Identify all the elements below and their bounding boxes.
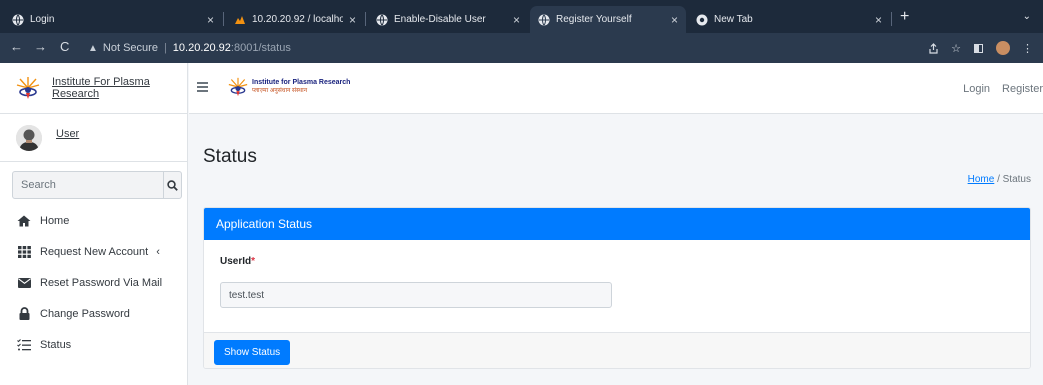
- tab-search-chevron-icon[interactable]: ⌄: [1023, 11, 1031, 22]
- card-footer: Show Status: [204, 332, 1030, 368]
- tab-separator: [365, 12, 366, 26]
- logo-text-english: Institute for Plasma Research: [252, 79, 351, 86]
- user-avatar: [16, 124, 42, 151]
- card-header: Application Status: [204, 208, 1030, 240]
- register-link[interactable]: Register: [1002, 83, 1043, 95]
- new-tab-button[interactable]: +: [900, 9, 909, 25]
- address-path: :8001/status: [230, 42, 291, 54]
- breadcrumb: Home / Status: [968, 174, 1031, 185]
- tab-separator: [891, 12, 892, 26]
- lock-icon: [17, 307, 31, 321]
- page-title: Status: [203, 146, 257, 167]
- tab-close-icon[interactable]: ×: [349, 13, 356, 27]
- navbar-logo-text: Institute for Plasma Research प्लाज़्मा …: [252, 79, 350, 95]
- phpmyadmin-icon: [235, 15, 245, 24]
- navbar-logo[interactable]: Institute for Plasma Research प्लाज़्मा …: [228, 77, 350, 97]
- browser-tab-login[interactable]: Login ×: [4, 6, 222, 33]
- sidebar-item-request-new-account[interactable]: Request New Account ‹: [0, 236, 188, 267]
- tab-label: 10.20.20.92 / localhost / larave: [252, 14, 343, 25]
- logo-text-hindi: प्लाज़्मा अनुसंधान संस्थान: [252, 88, 308, 94]
- sidebar-brand-text[interactable]: Institute For Plasma Research: [52, 76, 188, 100]
- breadcrumb-separator: /: [997, 174, 1000, 185]
- required-marker: *: [251, 256, 256, 267]
- sidebar-item-home[interactable]: Home: [0, 205, 188, 236]
- sidebar-item-status[interactable]: Status: [0, 329, 188, 360]
- search-button[interactable]: [163, 172, 181, 198]
- bookmark-star-icon[interactable]: ☆: [951, 42, 961, 55]
- browser-tab-register-yourself[interactable]: Register Yourself ×: [530, 6, 686, 33]
- address-separator: |: [163, 42, 167, 54]
- sidebar-item-label: Status: [40, 338, 72, 351]
- browser-menu-icon[interactable]: ⋮: [1022, 42, 1033, 55]
- forward-arrow-icon[interactable]: →: [34, 40, 47, 54]
- back-arrow-icon[interactable]: ←: [10, 40, 23, 54]
- tab-separator: [223, 12, 224, 26]
- sidebar-item-label: Change Password: [40, 307, 130, 320]
- sidebar-item-change-password[interactable]: Change Password: [0, 298, 188, 329]
- browser-tab-phpmyadmin[interactable]: 10.20.20.92 / localhost / larave ×: [226, 6, 364, 33]
- tab-label: Enable-Disable User: [394, 14, 486, 25]
- browser-tab-enable-disable-user[interactable]: Enable-Disable User ×: [368, 6, 528, 33]
- envelope-icon: [17, 276, 31, 290]
- breadcrumb-current: Status: [1002, 174, 1031, 185]
- browser-tab-new-tab[interactable]: New Tab ×: [688, 6, 890, 33]
- browser-address-row: ← → C ▲ Not Secure | 10.20.20.92 :8001/s…: [0, 33, 1043, 63]
- userid-label-text: UserId: [220, 256, 252, 267]
- login-link[interactable]: Login: [963, 83, 990, 95]
- reload-icon[interactable]: C: [60, 40, 69, 54]
- top-navbar: Institute for Plasma Research प्लाज़्मा …: [189, 63, 1043, 114]
- hamburger-menu-icon[interactable]: [197, 82, 208, 92]
- show-status-button[interactable]: Show Status: [214, 340, 291, 365]
- browser-toolbar-icons: ☆ ⋮: [928, 41, 1033, 55]
- sidebar-search-input[interactable]: [13, 172, 163, 198]
- application-status-card: Application Status UserId* Show Status: [203, 207, 1031, 369]
- address-bar[interactable]: ▲ Not Secure | 10.20.20.92 :8001/status: [88, 37, 948, 59]
- share-icon[interactable]: [928, 42, 939, 54]
- sidebar-item-reset-password[interactable]: Reset Password Via Mail: [0, 267, 188, 298]
- side-panel-icon[interactable]: [973, 43, 984, 54]
- sidebar-user-panel: User: [0, 114, 188, 162]
- sidebar-search: [12, 171, 182, 199]
- userid-label: UserId*: [220, 256, 255, 267]
- sidebar-item-label: Reset Password Via Mail: [40, 276, 163, 289]
- tab-label: Register Yourself: [556, 14, 632, 25]
- card-body: UserId*: [204, 240, 1030, 332]
- globe-icon: [538, 14, 550, 25]
- navbar-auth-links: Login Register: [963, 83, 1043, 95]
- tab-close-icon[interactable]: ×: [207, 13, 214, 27]
- sidebar: Institute For Plasma Research User Home …: [0, 63, 188, 385]
- sidebar-brand[interactable]: Institute For Plasma Research: [0, 63, 188, 114]
- sidebar-item-label: Request New Account: [40, 245, 149, 258]
- globe-icon: [376, 14, 388, 25]
- profile-avatar-icon[interactable]: [996, 41, 1010, 55]
- tab-close-icon[interactable]: ×: [513, 13, 520, 27]
- warning-triangle-icon[interactable]: ▲: [88, 43, 98, 54]
- browser-tab-strip: Login × 10.20.20.92 / localhost / larave…: [0, 0, 1043, 33]
- search-icon: [167, 179, 178, 191]
- globe-icon: [12, 14, 24, 25]
- home-icon: [17, 214, 31, 228]
- address-host: 10.20.20.92: [172, 42, 231, 54]
- grid-icon: [17, 245, 31, 259]
- user-name-link[interactable]: User: [56, 128, 79, 140]
- breadcrumb-home-link[interactable]: Home: [968, 174, 995, 185]
- sidebar-nav: Home Request New Account ‹ Reset Passwor…: [0, 205, 188, 360]
- sidebar-item-label: Home: [40, 214, 70, 227]
- ipr-logo-icon: [228, 77, 248, 97]
- tab-close-icon[interactable]: ×: [671, 13, 678, 27]
- not-secure-label[interactable]: Not Secure: [103, 42, 158, 54]
- list-check-icon: [17, 338, 31, 352]
- ipr-logo-icon: [16, 77, 40, 99]
- tab-close-icon[interactable]: ×: [875, 13, 882, 27]
- tab-label: New Tab: [714, 14, 753, 25]
- tab-label: Login: [30, 14, 55, 25]
- chrome-icon: [696, 14, 708, 25]
- userid-input[interactable]: [220, 282, 612, 308]
- chevron-left-icon[interactable]: ‹: [156, 246, 160, 258]
